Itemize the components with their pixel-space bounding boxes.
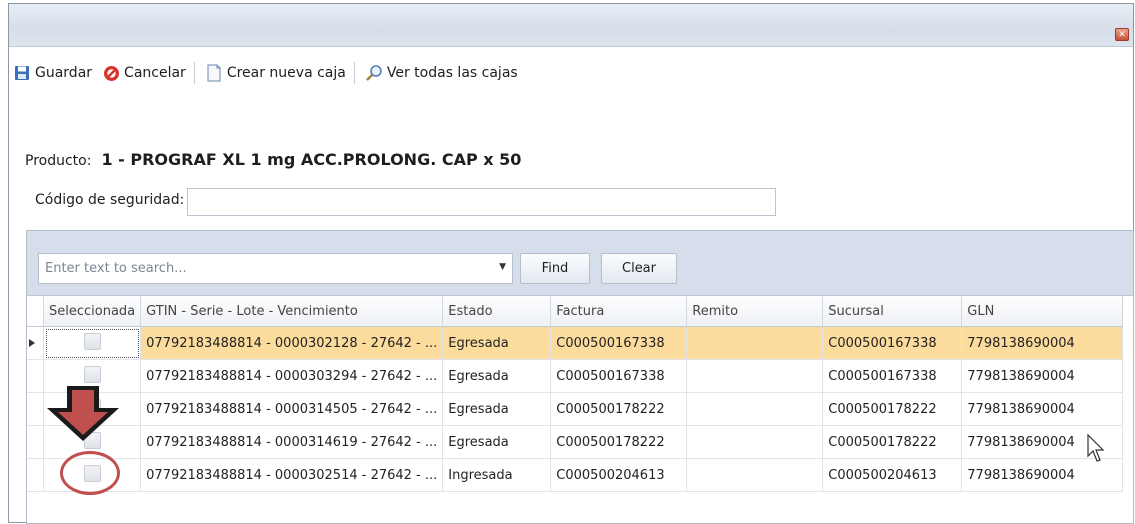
column-header-gtin[interactable]: GTIN - Serie - Lote - Vencimiento [140,296,444,327]
cell-sucursal: C000500167338 [822,359,963,393]
column-header-sucursal[interactable]: Sucursal [822,296,963,327]
table-row[interactable]: 07792183488814 - 0000314505 - 27642 - ..… [27,392,1124,426]
cell-remito [686,425,824,459]
cell-remito [686,458,824,492]
security-code-input[interactable] [187,188,776,216]
cell-factura: C000500178222 [550,392,688,426]
save-label: Guardar [35,65,93,81]
row-indicator [27,425,44,459]
toolbar-separator [353,62,355,84]
clear-button[interactable]: Clear [601,253,677,284]
search-input[interactable]: Enter text to search... ▼ [38,253,513,284]
cell-gtin: 07792183488814 - 0000302514 - 27642 - ..… [140,458,444,492]
cancel-button[interactable]: Cancelar [102,64,186,82]
search-icon [365,64,383,82]
find-panel: Enter text to search... ▼ Find Clear [27,231,1133,296]
view-all-boxes-label: Ver todas las cajas [386,65,518,81]
cell-remito [686,326,824,360]
cell-gln: 7798138690004 [961,392,1124,426]
cell-estado: Ingresada [442,458,552,492]
cell-factura: C000500167338 [550,359,688,393]
view-all-boxes-button[interactable]: Ver todas las cajas [365,64,518,82]
product-label: Producto: [25,153,92,169]
cell-gtin: 07792183488814 - 0000314619 - 27642 - ..… [140,425,444,459]
cell-factura: C000500167338 [550,326,688,360]
cell-remito [686,392,824,426]
product-row: Producto: 1 - PROGRAF XL 1 mg ACC.PROLON… [25,150,521,169]
cell-gtin: 07792183488814 - 0000303294 - 27642 - ..… [140,359,444,393]
data-grid: Seleccionada GTIN - Serie - Lote - Venci… [27,296,1124,492]
new-box-icon [205,64,223,82]
table-row[interactable]: 07792183488814 - 0000302128 - 27642 - ..… [27,326,1124,360]
cell-gln: 7798138690004 [961,326,1124,360]
chevron-down-icon[interactable]: ▼ [499,262,506,272]
cell-sucursal: C000500178222 [822,425,963,459]
dialog-window: ✕ Guardar Cancelar Crear nueva caja Ver … [8,3,1134,524]
cell-sucursal: C000500167338 [822,326,963,360]
row-indicator-header [27,296,44,327]
column-header-seleccionada[interactable]: Seleccionada [43,296,142,327]
security-code-label: Código de seguridad: [35,192,185,208]
down-arrow-annotation-icon [47,386,119,441]
row-indicator-icon [27,326,44,360]
product-value: 1 - PROGRAF XL 1 mg ACC.PROLONG. CAP x 5… [101,150,522,169]
toolbar-separator [193,62,195,84]
table-row[interactable]: 07792183488814 - 0000303294 - 27642 - ..… [27,359,1124,393]
row-indicator [27,458,44,492]
cell-estado: Egresada [442,326,552,360]
cell-estado: Egresada [442,392,552,426]
row-checkbox[interactable] [83,332,101,350]
save-icon [13,64,31,82]
close-icon[interactable]: ✕ [1115,28,1129,41]
grid-panel: Enter text to search... ▼ Find Clear Sel… [26,230,1134,524]
cell-gtin: 07792183488814 - 0000302128 - 27642 - ..… [140,326,444,360]
new-box-label: Crear nueva caja [226,65,346,81]
cancel-icon [102,64,120,82]
row-checkbox-cell [43,326,142,360]
title-bar: ✕ [9,4,1133,47]
cell-remito [686,359,824,393]
row-indicator [27,392,44,426]
search-placeholder: Enter text to search... [45,261,187,276]
cell-factura: C000500204613 [550,458,688,492]
cancel-label: Cancelar [124,65,186,81]
cell-factura: C000500178222 [550,425,688,459]
table-row[interactable]: 07792183488814 - 0000314619 - 27642 - ..… [27,425,1124,459]
cell-estado: Egresada [442,425,552,459]
column-header-estado[interactable]: Estado [442,296,552,327]
find-button[interactable]: Find [520,253,590,284]
column-header-factura[interactable]: Factura [550,296,688,327]
cell-gln: 7798138690004 [961,359,1124,393]
toolbar: Guardar Cancelar Crear nueva caja Ver to… [9,54,1133,92]
save-button[interactable]: Guardar [13,64,92,82]
mouse-pointer-icon [1087,434,1105,462]
grid-header-row: Seleccionada GTIN - Serie - Lote - Venci… [27,296,1124,327]
cell-sucursal: C000500178222 [822,392,963,426]
new-box-button[interactable]: Crear nueva caja [205,64,346,82]
cell-gtin: 07792183488814 - 0000314505 - 27642 - ..… [140,392,444,426]
column-header-remito[interactable]: Remito [686,296,824,327]
row-checkbox[interactable] [83,365,101,383]
cell-estado: Egresada [442,359,552,393]
row-indicator [27,359,44,393]
cell-sucursal: C000500204613 [822,458,963,492]
circle-annotation [60,451,120,495]
table-row[interactable]: 07792183488814 - 0000302514 - 27642 - ..… [27,458,1124,492]
column-header-gln[interactable]: GLN [961,296,1124,327]
